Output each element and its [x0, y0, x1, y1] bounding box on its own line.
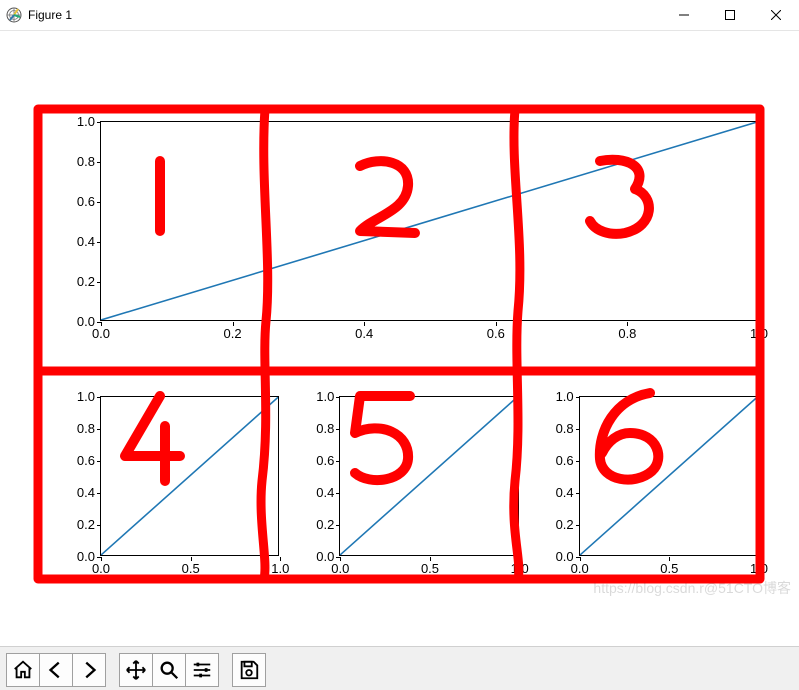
axis-ytick-label: 0.2 [540, 517, 574, 532]
axis-ytick-label: 0.6 [61, 194, 95, 209]
home-icon [12, 659, 34, 681]
move-icon [125, 659, 147, 681]
arrow-right-icon [78, 659, 100, 681]
axis-ytick-label: 0.2 [300, 517, 334, 532]
subplot-top: 0.00.20.40.60.81.00.00.20.40.60.81.0 [100, 121, 758, 321]
axis-xtick-label: 0.4 [349, 326, 379, 341]
axis-ytick-label: 1.0 [61, 389, 95, 404]
subplot-bottom-middle: 0.00.20.40.60.81.00.00.51.0 [339, 396, 518, 556]
axis-xtick-label: 1.0 [505, 561, 535, 576]
axis-xtick-label: 0.0 [86, 326, 116, 341]
window-titlebar: Figure 1 [0, 0, 799, 31]
sliders-icon [191, 659, 213, 681]
axis-xtick-label: 1.0 [265, 561, 295, 576]
axis-ytick-label: 0.8 [61, 421, 95, 436]
axis-ytick-label: 0.4 [61, 485, 95, 500]
subplot-bottom-left: 0.00.20.40.60.81.00.00.51.0 [100, 396, 279, 556]
axis-ytick-label: 0.6 [61, 453, 95, 468]
toolbar-home-button[interactable] [6, 653, 40, 687]
axis-ytick-label: 0.2 [61, 274, 95, 289]
axis-xtick-label: 0.0 [565, 561, 595, 576]
axis-ytick-label: 0.4 [540, 485, 574, 500]
axis-xtick-label: 0.2 [218, 326, 248, 341]
magnifier-icon [158, 659, 180, 681]
axis-xtick-label: 0.5 [176, 561, 206, 576]
axis-ytick-label: 0.8 [540, 421, 574, 436]
arrow-left-icon [45, 659, 67, 681]
axis-xtick-label: 1.0 [744, 561, 774, 576]
axis-ytick-label: 1.0 [61, 114, 95, 129]
toolbar-save-button[interactable] [232, 653, 266, 687]
axis-ytick-label: 0.8 [300, 421, 334, 436]
toolbar-zoom-button[interactable] [152, 653, 186, 687]
axis-xtick-label: 0.5 [654, 561, 684, 576]
window-title: Figure 1 [28, 8, 72, 22]
window-close-button[interactable] [753, 0, 799, 30]
axis-ytick-label: 0.6 [540, 453, 574, 468]
axis-ytick-label: 0.4 [61, 234, 95, 249]
window-minimize-button[interactable] [661, 0, 707, 30]
matplotlib-app-icon [6, 7, 22, 23]
axis-xtick-label: 0.0 [325, 561, 355, 576]
axis-ytick-label: 0.2 [61, 517, 95, 532]
axis-xtick-label: 0.8 [612, 326, 642, 341]
toolbar-configure-subplots-button[interactable] [185, 653, 219, 687]
subplot-bottom-right: 0.00.20.40.60.81.00.00.51.0 [579, 396, 758, 556]
matplotlib-toolbar [0, 646, 799, 690]
toolbar-back-button[interactable] [39, 653, 73, 687]
axis-ytick-label: 0.6 [300, 453, 334, 468]
axis-xtick-label: 0.5 [415, 561, 445, 576]
axis-xtick-label: 1.0 [744, 326, 774, 341]
toolbar-forward-button[interactable] [72, 653, 106, 687]
axis-ytick-label: 0.4 [300, 485, 334, 500]
toolbar-pan-button[interactable] [119, 653, 153, 687]
figure-canvas[interactable]: 0.00.20.40.60.81.00.00.20.40.60.81.0 0.0… [0, 31, 799, 646]
floppy-disk-icon [238, 659, 260, 681]
axis-ytick-label: 1.0 [540, 389, 574, 404]
axis-ytick-label: 0.8 [61, 154, 95, 169]
axis-xtick-label: 0.6 [481, 326, 511, 341]
axis-ytick-label: 1.0 [300, 389, 334, 404]
window-maximize-button[interactable] [707, 0, 753, 30]
axis-xtick-label: 0.0 [86, 561, 116, 576]
